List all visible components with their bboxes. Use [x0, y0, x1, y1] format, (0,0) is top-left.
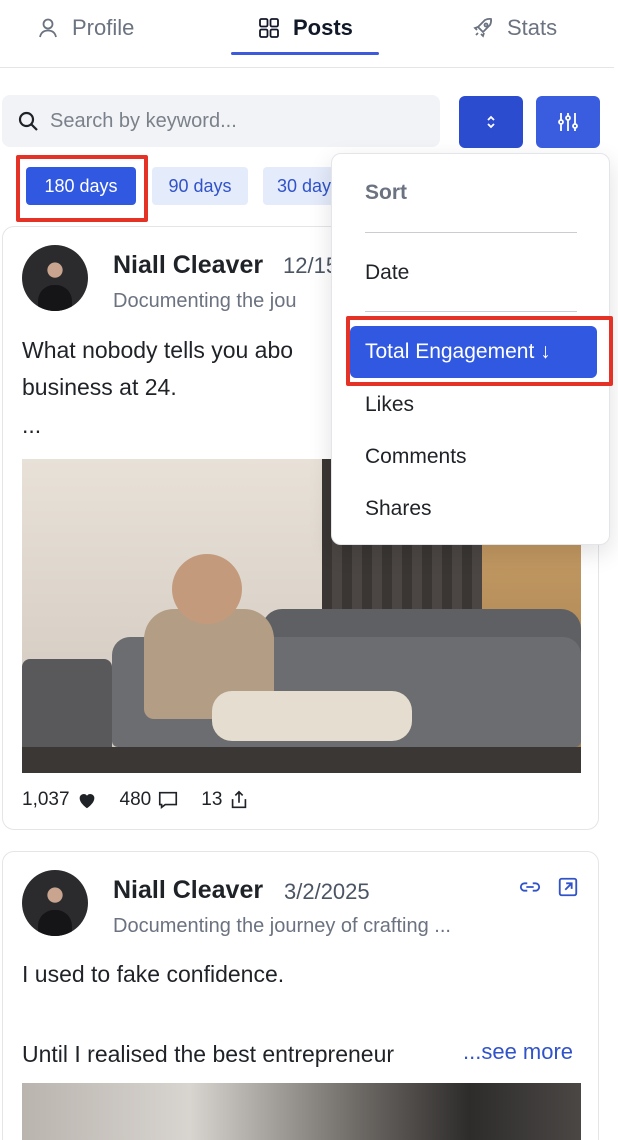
sort-option-date[interactable]: Date	[365, 261, 409, 285]
tab-profile[interactable]: Profile	[36, 0, 134, 56]
comments-count: 480	[119, 789, 152, 810]
shares-stat: 13	[201, 789, 250, 811]
author-headline: Documenting the jou	[113, 290, 297, 312]
likes-count: 1,037	[22, 789, 70, 810]
link-icon[interactable]	[519, 876, 541, 898]
filter-button[interactable]	[536, 96, 600, 148]
shares-count: 13	[201, 789, 223, 810]
user-icon	[39, 18, 57, 38]
active-tab-indicator	[231, 52, 379, 55]
share-icon	[232, 790, 247, 809]
comments-stat: 480	[120, 789, 180, 811]
chevron-up-down-icon	[487, 115, 495, 129]
grid-icon	[259, 18, 279, 38]
post-text-line: Until I realised the best entrepreneur	[22, 1041, 395, 1067]
post-card[interactable]: Niall Cleaver 3/2/2025 Documenting the j…	[2, 851, 599, 1140]
post-text-line: I used to fake confidence.	[22, 961, 285, 987]
chip-90-days[interactable]: 90 days	[152, 167, 248, 205]
post-text-line: ...	[22, 412, 42, 438]
sort-option-shares[interactable]: Shares	[365, 497, 432, 521]
avatar	[22, 870, 88, 936]
tab-stats[interactable]: Stats	[471, 0, 557, 56]
post-author[interactable]: Niall Cleaver	[113, 251, 263, 280]
likes-stat: 1,037	[22, 789, 98, 811]
post-author[interactable]: Niall Cleaver	[113, 876, 263, 905]
sort-option-likes[interactable]: Likes	[365, 393, 414, 417]
tab-label: Posts	[293, 15, 353, 40]
open-external-icon[interactable]	[557, 876, 579, 898]
tab-posts[interactable]: Posts	[257, 0, 353, 56]
sort-option-comments[interactable]: Comments	[365, 445, 467, 469]
post-date: 3/2/2025	[284, 879, 370, 904]
post-text-line: business at 24.	[22, 374, 177, 400]
avatar	[22, 245, 88, 311]
post-date: 12/15	[283, 253, 339, 278]
divider	[365, 311, 577, 312]
post-text-line: What nobody tells you abo	[22, 337, 294, 363]
tab-label: Stats	[507, 15, 558, 40]
author-headline: Documenting the journey of crafting ...	[113, 915, 451, 937]
search-icon	[18, 111, 38, 131]
heart-icon	[79, 794, 94, 809]
search-input[interactable]	[50, 109, 420, 133]
highlight-box-sort-option	[346, 316, 613, 386]
search-box[interactable]	[2, 95, 440, 147]
comment-icon	[159, 791, 178, 809]
tab-label: Profile	[72, 15, 135, 40]
post-stats: 1,037 480 13	[22, 789, 272, 811]
sort-menu-title: Sort	[365, 181, 407, 204]
rocket-icon	[473, 18, 492, 38]
see-more-link[interactable]: ...see more	[463, 1039, 573, 1065]
chip-180-days[interactable]: 180 days	[26, 167, 136, 205]
sort-button[interactable]	[459, 96, 523, 148]
sliders-icon	[558, 113, 578, 131]
tab-bar: Profile Posts Stats	[0, 0, 614, 68]
divider	[365, 232, 577, 233]
post-image[interactable]	[22, 1083, 581, 1140]
